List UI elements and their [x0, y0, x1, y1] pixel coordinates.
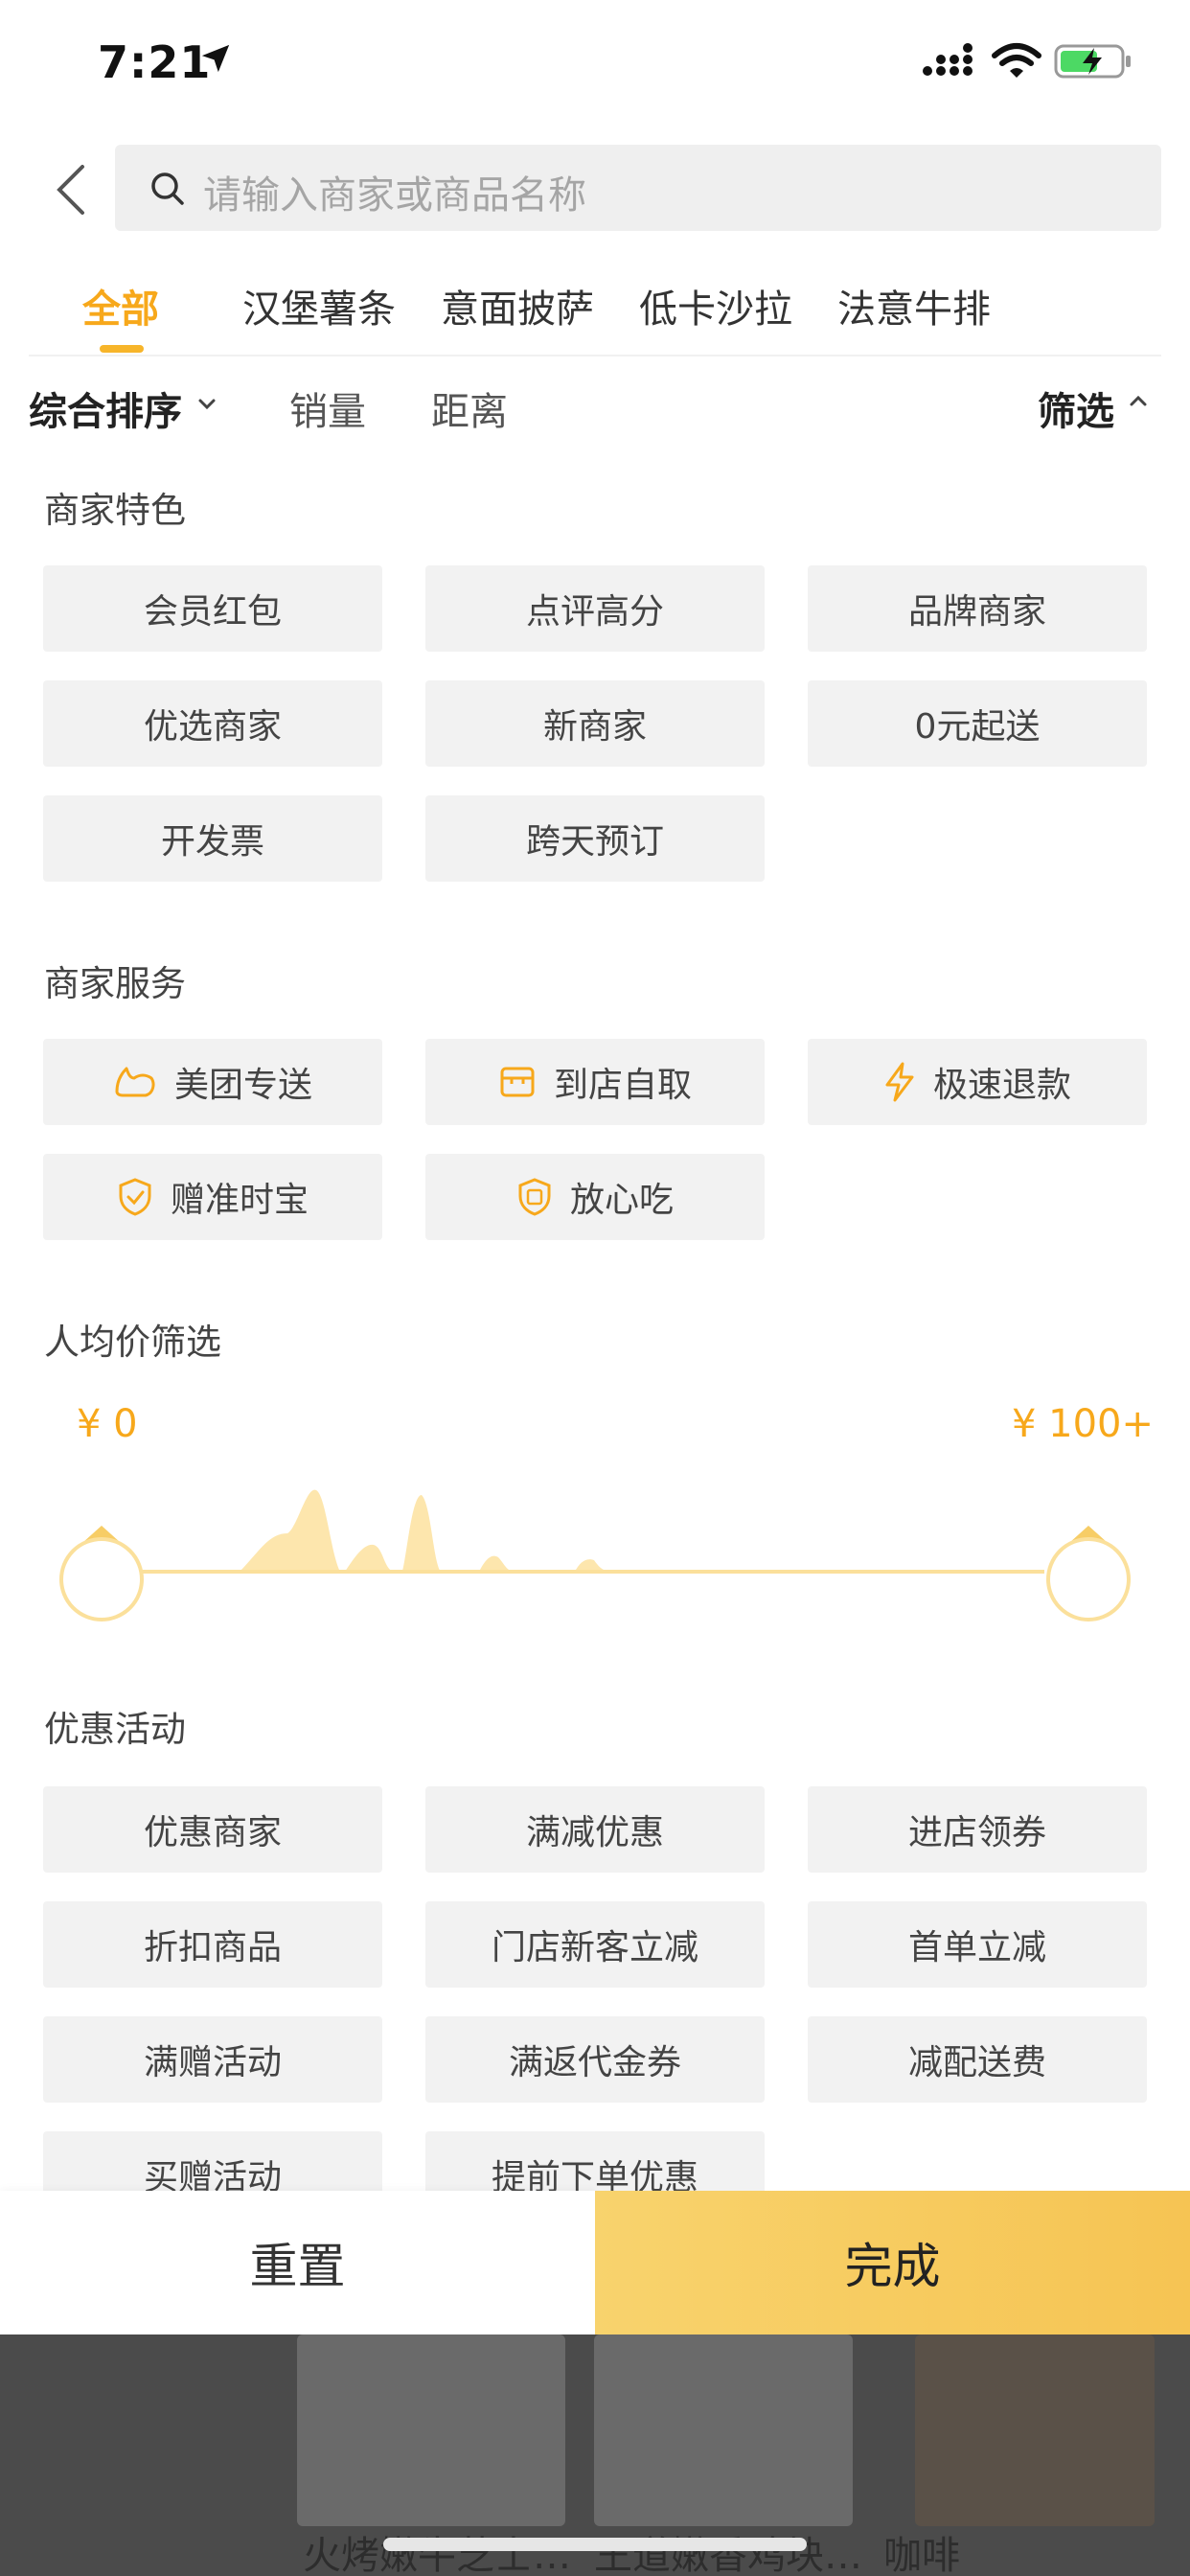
chip-discount-merchant[interactable]: 优惠商家 — [43, 1786, 382, 1873]
chip-selected-merchant[interactable]: 优选商家 — [43, 680, 382, 767]
sort-composite[interactable]: 综合排序 — [29, 380, 182, 436]
back-icon[interactable] — [52, 161, 90, 218]
tab-low-cal-salad[interactable]: 低卡沙拉 — [639, 278, 792, 334]
shield-bao-icon — [518, 1178, 551, 1216]
search-placeholder: 请输入商家或商品名称 — [203, 173, 586, 218]
chip-new-merchant[interactable]: 新商家 — [425, 680, 765, 767]
delivery-icon — [115, 1067, 155, 1097]
chip-brand-merchant[interactable]: 品牌商家 — [808, 565, 1147, 652]
wifi-icon — [992, 43, 1041, 78]
chip-zero-minimum[interactable]: 0元起送 — [808, 680, 1147, 767]
background-product-image — [594, 2334, 853, 2526]
tab-divider — [29, 355, 1161, 356]
reset-button[interactable]: 重置 — [0, 2191, 595, 2334]
chip-label: 美团专送 — [173, 1066, 312, 1105]
price-min-label: ¥ 0 — [77, 1402, 138, 1446]
price-range-slider[interactable] — [0, 1466, 1190, 1639]
chip-on-time-guarantee[interactable]: 赠准时宝 — [43, 1154, 382, 1240]
chip-invoice[interactable]: 开发票 — [43, 795, 382, 882]
price-filter-title: 人均价筛选 — [44, 1322, 221, 1363]
location-arrow-icon — [201, 44, 230, 73]
chip-store-pickup[interactable]: 到店自取 — [425, 1039, 765, 1125]
chip-fast-refund[interactable]: 极速退款 — [808, 1039, 1147, 1125]
chip-cross-day-booking[interactable]: 跨天预订 — [425, 795, 765, 882]
store-icon — [500, 1067, 535, 1097]
services-title: 商家服务 — [44, 963, 186, 1004]
done-button[interactable]: 完成 — [595, 2191, 1190, 2334]
chip-safe-eat[interactable]: 放心吃 — [425, 1154, 765, 1240]
price-distribution-chart — [240, 1489, 608, 1572]
chip-label: 赠准时宝 — [170, 1181, 309, 1220]
price-max-label: ¥ 100+ — [1011, 1402, 1154, 1446]
chip-reduced-delivery-fee[interactable]: 减配送费 — [808, 2016, 1147, 2103]
background-product-image — [915, 2334, 1155, 2526]
tab-all[interactable]: 全部 — [82, 278, 159, 334]
chevron-down-icon[interactable] — [196, 394, 217, 415]
filter-toggle[interactable]: 筛选 — [1038, 380, 1114, 436]
shield-check-icon — [119, 1178, 151, 1216]
chip-new-customer-reduction[interactable]: 门店新客立减 — [425, 1901, 765, 1988]
chip-meituan-delivery[interactable]: 美团专送 — [43, 1039, 382, 1125]
tab-burger-fries[interactable]: 汉堡薯条 — [242, 278, 396, 334]
chip-member-redpacket[interactable]: 会员红包 — [43, 565, 382, 652]
slider-handle-min — [59, 1537, 144, 1622]
chip-full-reduction[interactable]: 满减优惠 — [425, 1786, 765, 1873]
chip-discount-goods[interactable]: 折扣商品 — [43, 1901, 382, 1988]
sort-sales[interactable]: 销量 — [289, 380, 366, 436]
active-tab-indicator — [100, 345, 144, 353]
battery-icon — [1054, 44, 1131, 79]
tab-french-italian-steak[interactable]: 法意牛排 — [837, 278, 991, 334]
chip-store-coupon[interactable]: 进店领券 — [808, 1786, 1147, 1873]
tab-pasta-pizza[interactable]: 意面披萨 — [441, 278, 594, 334]
chevron-up-icon[interactable] — [1128, 390, 1149, 411]
chip-label: 极速退款 — [932, 1066, 1071, 1105]
slider-handle-max — [1046, 1537, 1131, 1622]
background-item-name: 咖啡 — [883, 2534, 960, 2576]
search-icon — [151, 172, 184, 205]
status-time: 7:21 — [98, 36, 212, 88]
search-input[interactable]: 请输入商家或商品名称 — [115, 145, 1161, 231]
features-title: 商家特色 — [44, 490, 186, 531]
chip-gift-activity[interactable]: 满赠活动 — [43, 2016, 382, 2103]
sort-distance[interactable]: 距离 — [431, 380, 508, 436]
home-indicator[interactable] — [383, 2538, 807, 2551]
chip-voucher-return[interactable]: 满返代金券 — [425, 2016, 765, 2103]
chip-first-order-reduction[interactable]: 首单立减 — [808, 1901, 1147, 1988]
background-product-image — [297, 2334, 565, 2526]
chip-label: 到店自取 — [553, 1066, 692, 1105]
promotions-title: 优惠活动 — [44, 1709, 186, 1750]
lightning-icon — [885, 1062, 914, 1102]
chip-high-rating[interactable]: 点评高分 — [425, 565, 765, 652]
chip-label: 放心吃 — [569, 1181, 674, 1220]
signal-icon — [923, 43, 973, 76]
